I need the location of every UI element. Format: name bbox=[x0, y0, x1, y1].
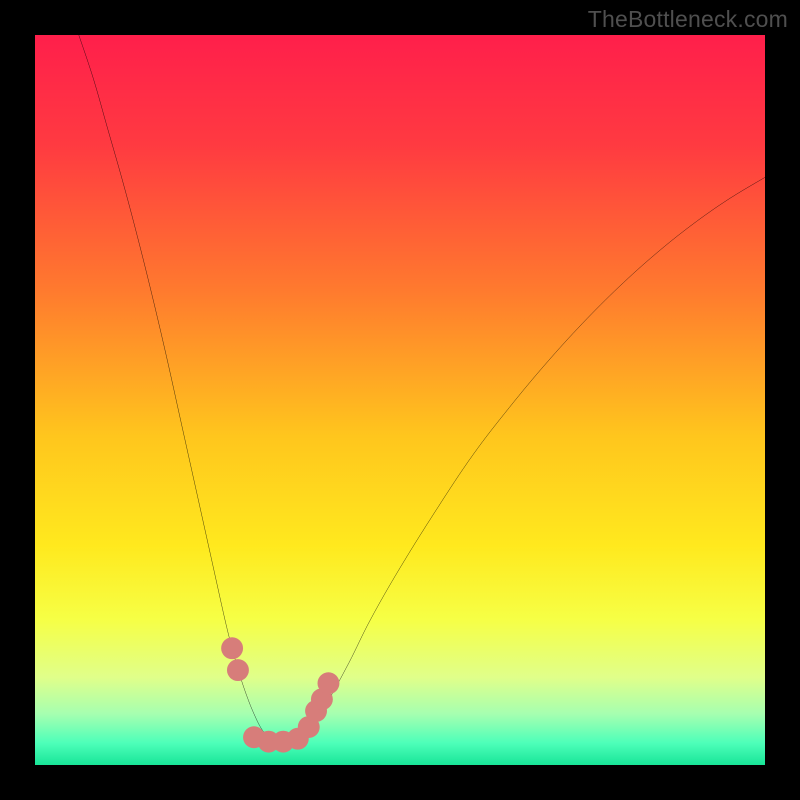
watermark-text: TheBottleneck.com bbox=[588, 6, 788, 33]
highlight-dot bbox=[227, 659, 249, 681]
plot-area bbox=[35, 35, 765, 765]
gradient-background bbox=[35, 35, 765, 765]
highlight-dot bbox=[318, 672, 340, 694]
chart-frame: TheBottleneck.com bbox=[0, 0, 800, 800]
highlight-dot bbox=[221, 637, 243, 659]
chart-svg bbox=[35, 35, 765, 765]
